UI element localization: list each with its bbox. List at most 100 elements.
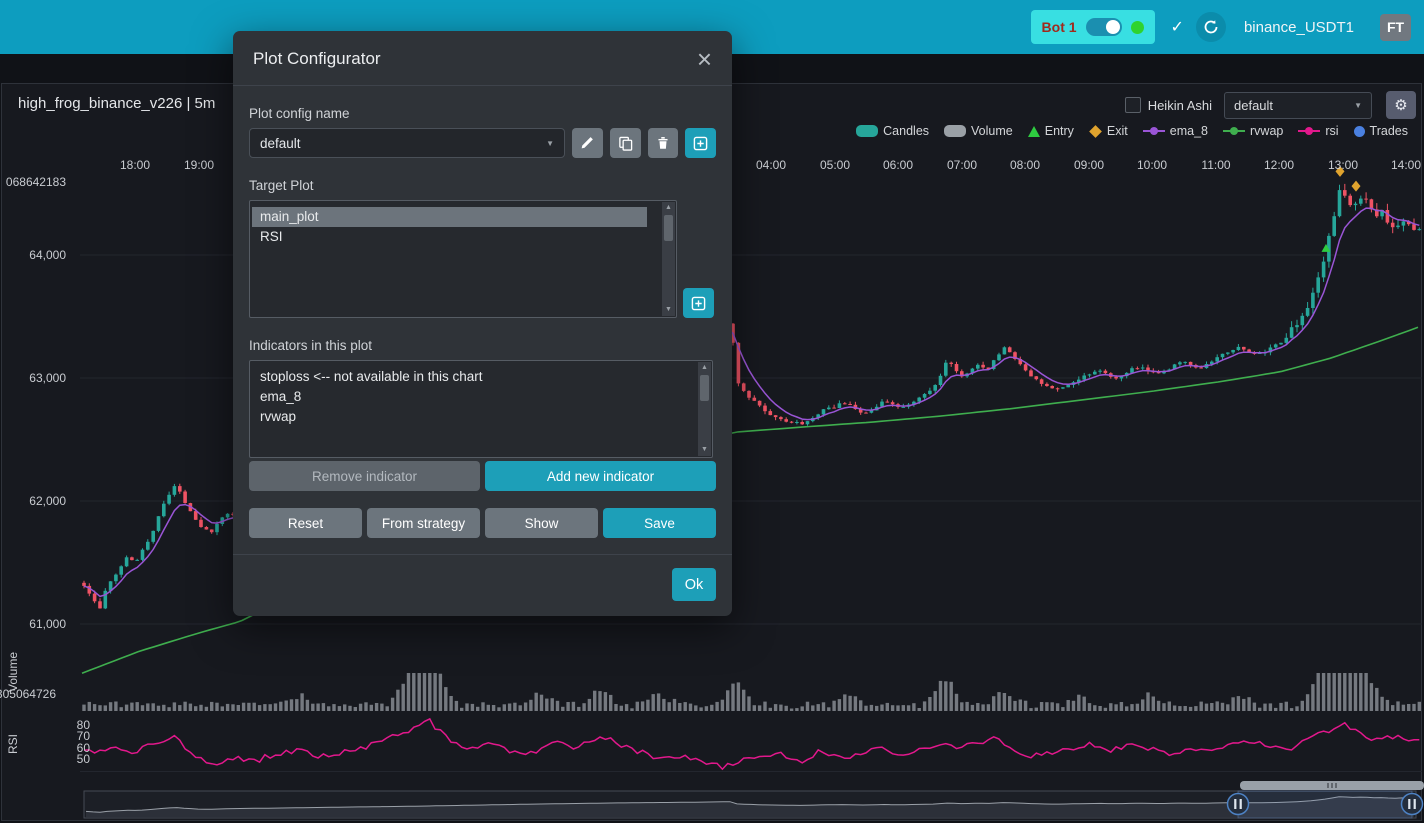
pair-label: binance_USDT1 (1244, 19, 1354, 36)
check-icon: ✓ (1171, 17, 1184, 37)
line-dot-marker (1298, 130, 1320, 132)
scroll-thumb[interactable] (700, 375, 709, 401)
indicator-list[interactable]: stoploss <-- not available in this chart… (249, 360, 713, 458)
delete-config-button[interactable] (648, 128, 679, 158)
scrollbar[interactable]: ▲ ▼ (662, 202, 675, 316)
add-config-button[interactable] (685, 128, 716, 158)
svg-text:07:00: 07:00 (947, 158, 977, 172)
legend-label: rvwap (1250, 124, 1283, 138)
svg-text:19:00: 19:00 (184, 158, 214, 172)
chevron-down-icon: ▼ (546, 139, 554, 148)
target-plot-option[interactable]: main_plot (252, 207, 647, 227)
target-plot-option[interactable]: RSI (252, 227, 647, 247)
svg-text:RSI: RSI (6, 734, 20, 754)
svg-text:08:00: 08:00 (1010, 158, 1040, 172)
trash-icon (656, 136, 670, 150)
plot-config-select-value: default (1234, 98, 1273, 113)
legend-label: Volume (971, 124, 1013, 138)
indicator-option[interactable]: stoploss <-- not available in this chart (252, 367, 683, 387)
svg-text:11:00: 11:00 (1201, 158, 1230, 172)
scroll-up-icon[interactable]: ▲ (665, 204, 672, 212)
legend-item-ema-8[interactable]: ema_8 (1143, 124, 1208, 138)
svg-text:12:00: 12:00 (1264, 158, 1294, 172)
svg-text:13:00: 13:00 (1328, 158, 1358, 172)
scroll-down-icon[interactable]: ▼ (665, 306, 672, 314)
line-dot-marker (1143, 130, 1165, 132)
indicator-option[interactable]: ema_8 (252, 387, 683, 407)
legend-item-volume[interactable]: Volume (944, 124, 1013, 138)
svg-text:62,000: 62,000 (29, 494, 66, 508)
legend-item-trades[interactable]: Trades (1354, 124, 1408, 138)
remove-indicator-button[interactable]: Remove indicator (249, 461, 480, 491)
add-plot-button[interactable] (683, 288, 714, 318)
indicator-option[interactable]: rvwap (252, 407, 683, 427)
datazoom-handle[interactable] (1228, 794, 1249, 815)
round-rect-marker (944, 125, 966, 137)
datazoom-slider[interactable] (84, 781, 1424, 818)
legend-item-candles[interactable]: Candles (856, 124, 929, 138)
legend-item-exit[interactable]: Exit (1089, 124, 1128, 138)
add-indicator-button[interactable]: Add new indicator (485, 461, 716, 491)
modal-footer: Ok (233, 554, 732, 616)
config-name-select-value: default (260, 136, 301, 151)
toggle-knob (1106, 20, 1120, 34)
chart-title: high_frog_binance_v226 | 5m (18, 95, 215, 112)
ok-button[interactable]: Ok (672, 568, 716, 601)
legend-label: Candles (883, 124, 929, 138)
volume-series (82, 673, 1421, 711)
legend-label: rsi (1325, 124, 1338, 138)
line-dot-marker (1223, 130, 1245, 132)
scrollbar[interactable]: ▲ ▼ (698, 362, 711, 456)
config-actions-row: Reset From strategy Show Save (249, 508, 716, 538)
svg-text:06:00: 06:00 (883, 158, 913, 172)
target-plot-list[interactable]: main_plotRSI ▲ ▼ (249, 200, 677, 318)
plot-config-select[interactable]: default ▼ (1224, 92, 1372, 119)
svg-text:50: 50 (77, 752, 91, 766)
bot-name-label: Bot 1 (1042, 19, 1077, 35)
svg-text:04:00: 04:00 (756, 158, 786, 172)
svg-text:Volume: Volume (6, 652, 20, 692)
show-button[interactable]: Show (485, 508, 598, 538)
legend-item-rvwap[interactable]: rvwap (1223, 124, 1283, 138)
svg-text:61,000: 61,000 (29, 617, 66, 631)
triangle-marker (1028, 126, 1040, 137)
target-plot-label: Target Plot (249, 178, 716, 193)
legend-item-rsi[interactable]: rsi (1298, 124, 1338, 138)
legend-label: Entry (1045, 124, 1074, 138)
ft-logo[interactable]: FT (1380, 14, 1411, 41)
legend-item-entry[interactable]: Entry (1028, 124, 1074, 138)
chevron-down-icon: ▼ (1354, 101, 1362, 110)
rename-config-button[interactable] (572, 128, 603, 158)
chart-controls: Heikin Ashi default ▼ ⚙ (1125, 91, 1416, 119)
config-name-label: Plot config name (249, 106, 716, 121)
indicator-buttons-row: Remove indicator Add new indicator (249, 461, 716, 491)
from-strategy-button[interactable]: From strategy (367, 508, 480, 538)
scroll-down-icon[interactable]: ▼ (701, 446, 708, 454)
refresh-button[interactable] (1196, 12, 1226, 42)
round-rect-marker (856, 125, 878, 137)
svg-text:18:00: 18:00 (120, 158, 150, 172)
duplicate-config-button[interactable] (610, 128, 641, 158)
config-name-row: default ▼ (249, 128, 716, 158)
bot-selector[interactable]: Bot 1 (1031, 10, 1155, 44)
reset-button[interactable]: Reset (249, 508, 362, 538)
plot-configurator-modal: Plot Configurator × Plot config name def… (233, 31, 732, 616)
diamond-marker (1089, 125, 1102, 138)
legend-label: ema_8 (1170, 124, 1208, 138)
scroll-thumb[interactable] (664, 215, 673, 241)
close-icon[interactable]: × (697, 46, 712, 72)
legend-label: Exit (1107, 124, 1128, 138)
save-button[interactable]: Save (603, 508, 716, 538)
plot-settings-button[interactable]: ⚙ (1386, 91, 1416, 119)
target-plot-row: main_plotRSI ▲ ▼ (249, 200, 716, 318)
bot-online-toggle[interactable] (1086, 18, 1122, 36)
config-name-select[interactable]: default ▼ (249, 128, 565, 158)
svg-text:14:00: 14:00 (1391, 158, 1421, 172)
modal-header: Plot Configurator × (233, 31, 732, 86)
copy-icon (618, 136, 633, 151)
heikin-ashi-checkbox[interactable] (1125, 97, 1141, 113)
scroll-up-icon[interactable]: ▲ (701, 364, 708, 372)
circle-marker (1354, 126, 1365, 137)
datazoom-handle[interactable] (1402, 794, 1423, 815)
pencil-icon (580, 136, 594, 150)
